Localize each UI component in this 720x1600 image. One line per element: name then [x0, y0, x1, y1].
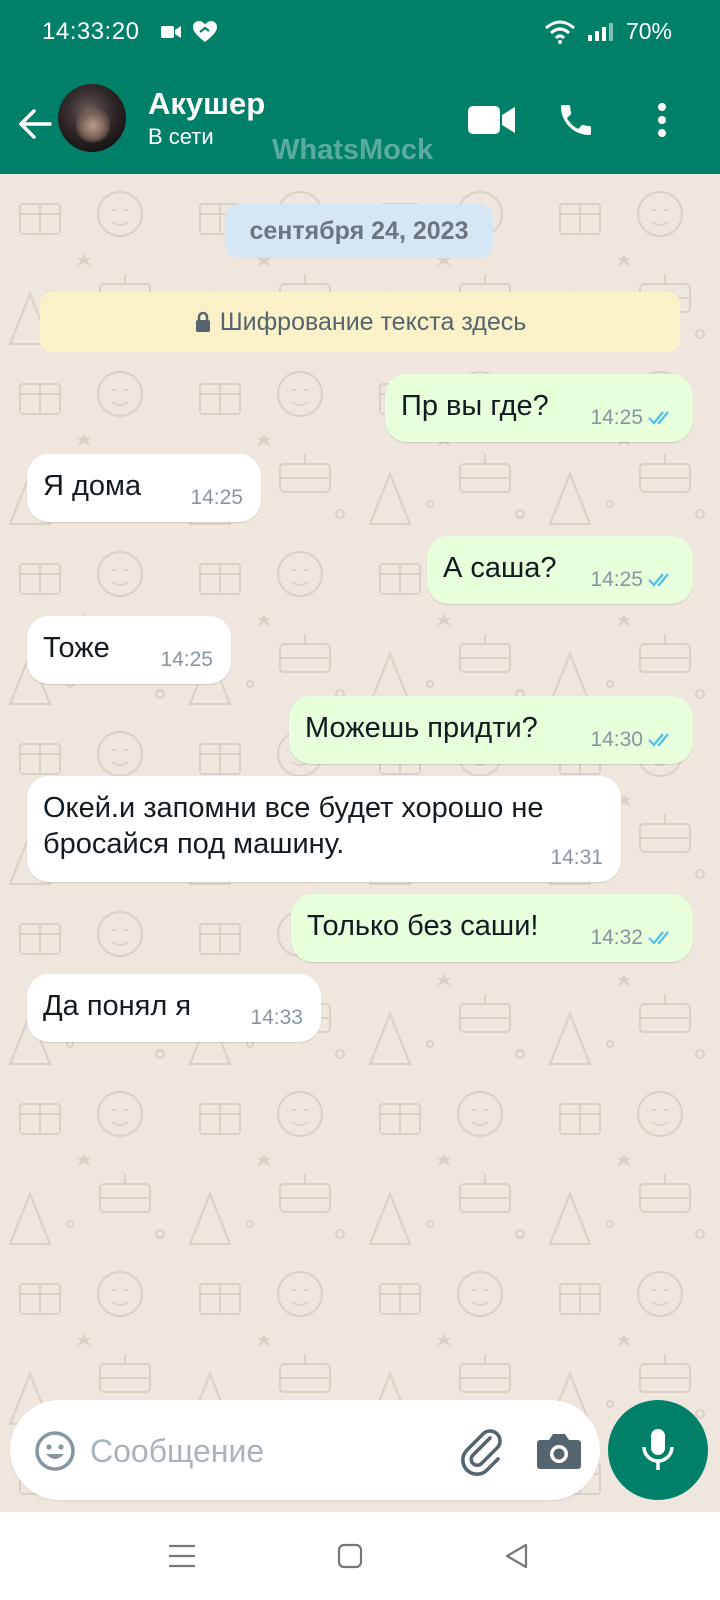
message-time: 14:25 [590, 406, 643, 429]
message-incoming[interactable]: Я дома 14:25 [27, 454, 261, 522]
paperclip-icon [461, 1429, 502, 1476]
double-check-icon [648, 573, 669, 587]
microphone-icon [642, 1429, 674, 1470]
status-system-icons: 70% [544, 18, 672, 45]
phone-icon [561, 105, 591, 135]
message-outgoing[interactable]: Пр вы где? 14:25 [385, 374, 693, 442]
signal-icon [587, 22, 613, 41]
emoji-button[interactable] [32, 1428, 78, 1474]
chat-area: сентября 24, 2023 Шифрование текста здес… [0, 174, 720, 1510]
video-camera-icon [468, 106, 515, 134]
contact-avatar[interactable] [58, 84, 126, 152]
menu-lines-icon [169, 1544, 195, 1568]
message-meta: 14:32 [590, 926, 675, 950]
menu-button[interactable] [636, 94, 688, 146]
message-composer [10, 1400, 600, 1500]
double-check-icon [648, 931, 669, 945]
nav-back-button[interactable] [494, 1534, 538, 1578]
battery-level: 70% [625, 18, 672, 44]
attach-button[interactable] [456, 1424, 508, 1476]
message-meta: 14:33 [250, 1006, 303, 1030]
emoji-icon [35, 1431, 75, 1471]
message-input[interactable] [88, 1426, 432, 1476]
voice-call-button[interactable] [550, 94, 602, 146]
heart-icon [193, 21, 217, 42]
camera-button[interactable] [534, 1426, 584, 1476]
contact-name[interactable]: Акушер [148, 86, 265, 122]
message-outgoing[interactable]: Можешь придти? 14:30 [289, 696, 693, 764]
message-text: Окей.и запомни все будет хорошо не броса… [43, 792, 544, 860]
status-notification-icons [160, 20, 218, 44]
lock-icon [195, 311, 210, 332]
message-incoming[interactable]: Да понял я 14:33 [27, 974, 321, 1042]
status-bar: 14:33:20 70% [0, 0, 720, 66]
double-check-icon [648, 411, 669, 425]
message-incoming[interactable]: Окей.и запомни все будет хорошо не броса… [27, 776, 621, 882]
message-meta: 14:25 [590, 568, 675, 592]
encryption-notice-text: Шифрование текста здесь [219, 307, 527, 336]
message-time: 14:25 [160, 648, 213, 671]
message-meta: 14:25 [160, 648, 213, 672]
message-incoming[interactable]: Тоже 14:25 [27, 616, 231, 684]
nav-home-button[interactable] [328, 1534, 372, 1578]
message-meta: 14:31 [550, 846, 603, 870]
system-navigation-bar [0, 1512, 720, 1600]
message-time: 14:31 [550, 846, 603, 869]
message-time: 14:33 [250, 1006, 303, 1029]
square-icon [337, 1543, 363, 1569]
message-outgoing[interactable]: А саша? 14:25 [427, 536, 693, 604]
message-meta: 14:25 [590, 406, 675, 430]
encryption-notice[interactable]: Шифрование текста здесь [40, 292, 680, 352]
message-meta: 14:30 [590, 728, 675, 752]
message-time: 14:32 [590, 926, 643, 949]
contact-status: В сети [148, 124, 214, 149]
double-check-icon [648, 733, 669, 747]
message-time: 14:30 [590, 728, 643, 751]
wifi-icon [544, 20, 575, 44]
more-vertical-icon [658, 103, 666, 137]
message-time: 14:25 [590, 568, 643, 591]
message-meta: 14:25 [190, 486, 243, 510]
camera-icon [537, 1434, 581, 1469]
back-button[interactable] [14, 102, 58, 146]
arrow-left-icon [19, 109, 52, 139]
video-call-button[interactable] [466, 94, 518, 146]
message-outgoing[interactable]: Только без саши! 14:32 [291, 894, 693, 962]
message-time: 14:25 [190, 486, 243, 509]
video-recording-icon [161, 26, 181, 38]
watermark: WhatsMock [272, 134, 434, 166]
chat-header: Акушер В сети WhatsMock [0, 66, 720, 174]
date-divider: сентября 24, 2023 [225, 204, 493, 258]
nav-recents-button[interactable] [160, 1534, 204, 1578]
voice-message-button[interactable] [608, 1400, 708, 1500]
triangle-back-icon [505, 1543, 528, 1569]
status-time: 14:33:20 [42, 18, 140, 45]
